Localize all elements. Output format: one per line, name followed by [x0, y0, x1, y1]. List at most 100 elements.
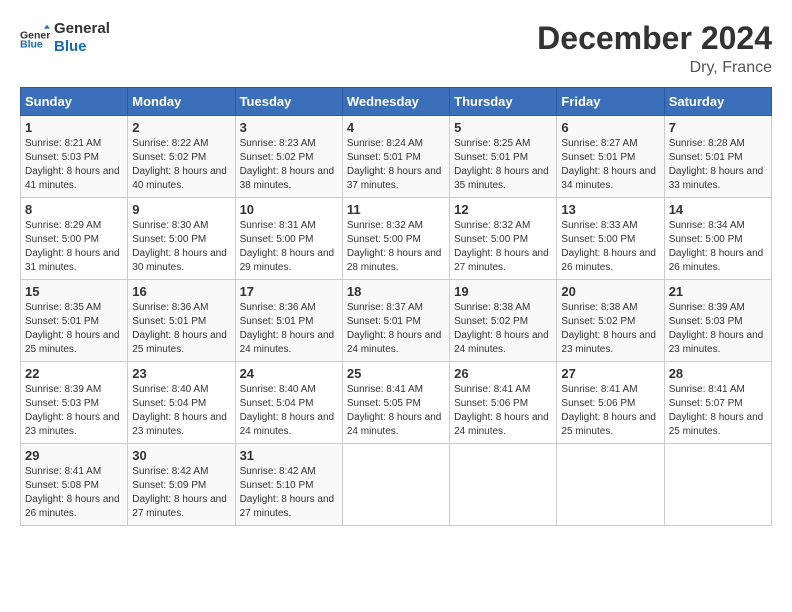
calendar-cell: 21 Sunrise: 8:39 AM Sunset: 5:03 PM Dayl…: [664, 280, 771, 362]
day-number: 6: [561, 120, 659, 135]
day-number: 24: [240, 366, 338, 381]
day-info: Sunrise: 8:25 AM Sunset: 5:01 PM Dayligh…: [454, 137, 552, 193]
day-number: 31: [240, 448, 338, 463]
calendar-cell: 6 Sunrise: 8:27 AM Sunset: 5:01 PM Dayli…: [557, 116, 664, 198]
calendar-cell: [342, 444, 449, 526]
calendar-cell: [557, 444, 664, 526]
calendar-cell: 24 Sunrise: 8:40 AM Sunset: 5:04 PM Dayl…: [235, 362, 342, 444]
day-number: 4: [347, 120, 445, 135]
calendar-cell: 26 Sunrise: 8:41 AM Sunset: 5:06 PM Dayl…: [450, 362, 557, 444]
day-info: Sunrise: 8:30 AM Sunset: 5:00 PM Dayligh…: [132, 219, 230, 275]
day-info: Sunrise: 8:31 AM Sunset: 5:00 PM Dayligh…: [240, 219, 338, 275]
header-monday: Monday: [128, 88, 235, 116]
day-info: Sunrise: 8:41 AM Sunset: 5:08 PM Dayligh…: [25, 465, 123, 521]
calendar-cell: 5 Sunrise: 8:25 AM Sunset: 5:01 PM Dayli…: [450, 116, 557, 198]
day-number: 5: [454, 120, 552, 135]
day-number: 2: [132, 120, 230, 135]
page-subtitle: Dry, France: [537, 59, 772, 77]
calendar-cell: 15 Sunrise: 8:35 AM Sunset: 5:01 PM Dayl…: [21, 280, 128, 362]
calendar-cell: 11 Sunrise: 8:32 AM Sunset: 5:00 PM Dayl…: [342, 198, 449, 280]
day-number: 28: [669, 366, 767, 381]
day-number: 19: [454, 284, 552, 299]
calendar-cell: 2 Sunrise: 8:22 AM Sunset: 5:02 PM Dayli…: [128, 116, 235, 198]
calendar-cell: 19 Sunrise: 8:38 AM Sunset: 5:02 PM Dayl…: [450, 280, 557, 362]
title-block: December 2024 Dry, France: [537, 20, 772, 77]
calendar-cell: 27 Sunrise: 8:41 AM Sunset: 5:06 PM Dayl…: [557, 362, 664, 444]
day-number: 1: [25, 120, 123, 135]
day-number: 17: [240, 284, 338, 299]
calendar-cell: 9 Sunrise: 8:30 AM Sunset: 5:00 PM Dayli…: [128, 198, 235, 280]
calendar-cell: 18 Sunrise: 8:37 AM Sunset: 5:01 PM Dayl…: [342, 280, 449, 362]
calendar-cell: 7 Sunrise: 8:28 AM Sunset: 5:01 PM Dayli…: [664, 116, 771, 198]
calendar-week-row: 29 Sunrise: 8:41 AM Sunset: 5:08 PM Dayl…: [21, 444, 772, 526]
day-number: 10: [240, 202, 338, 217]
day-number: 13: [561, 202, 659, 217]
day-info: Sunrise: 8:40 AM Sunset: 5:04 PM Dayligh…: [240, 383, 338, 439]
day-info: Sunrise: 8:33 AM Sunset: 5:00 PM Dayligh…: [561, 219, 659, 275]
day-number: 3: [240, 120, 338, 135]
day-number: 26: [454, 366, 552, 381]
calendar-cell: 14 Sunrise: 8:34 AM Sunset: 5:00 PM Dayl…: [664, 198, 771, 280]
calendar-cell: 13 Sunrise: 8:33 AM Sunset: 5:00 PM Dayl…: [557, 198, 664, 280]
day-number: 30: [132, 448, 230, 463]
day-number: 14: [669, 202, 767, 217]
header-saturday: Saturday: [664, 88, 771, 116]
logo: General Blue General Blue: [20, 20, 110, 56]
header-thursday: Thursday: [450, 88, 557, 116]
calendar-cell: 4 Sunrise: 8:24 AM Sunset: 5:01 PM Dayli…: [342, 116, 449, 198]
calendar-table: Sunday Monday Tuesday Wednesday Thursday…: [20, 87, 772, 526]
header-sunday: Sunday: [21, 88, 128, 116]
day-info: Sunrise: 8:37 AM Sunset: 5:01 PM Dayligh…: [347, 301, 445, 357]
calendar-cell: 23 Sunrise: 8:40 AM Sunset: 5:04 PM Dayl…: [128, 362, 235, 444]
day-info: Sunrise: 8:41 AM Sunset: 5:07 PM Dayligh…: [669, 383, 767, 439]
day-number: 27: [561, 366, 659, 381]
day-info: Sunrise: 8:29 AM Sunset: 5:00 PM Dayligh…: [25, 219, 123, 275]
calendar-week-row: 22 Sunrise: 8:39 AM Sunset: 5:03 PM Dayl…: [21, 362, 772, 444]
calendar-week-row: 15 Sunrise: 8:35 AM Sunset: 5:01 PM Dayl…: [21, 280, 772, 362]
day-info: Sunrise: 8:24 AM Sunset: 5:01 PM Dayligh…: [347, 137, 445, 193]
day-info: Sunrise: 8:42 AM Sunset: 5:09 PM Dayligh…: [132, 465, 230, 521]
day-info: Sunrise: 8:42 AM Sunset: 5:10 PM Dayligh…: [240, 465, 338, 521]
calendar-cell: 12 Sunrise: 8:32 AM Sunset: 5:00 PM Dayl…: [450, 198, 557, 280]
calendar-week-row: 1 Sunrise: 8:21 AM Sunset: 5:03 PM Dayli…: [21, 116, 772, 198]
calendar-cell: 25 Sunrise: 8:41 AM Sunset: 5:05 PM Dayl…: [342, 362, 449, 444]
day-info: Sunrise: 8:40 AM Sunset: 5:04 PM Dayligh…: [132, 383, 230, 439]
day-info: Sunrise: 8:36 AM Sunset: 5:01 PM Dayligh…: [240, 301, 338, 357]
day-number: 22: [25, 366, 123, 381]
calendar-cell: 30 Sunrise: 8:42 AM Sunset: 5:09 PM Dayl…: [128, 444, 235, 526]
logo-line2: Blue: [54, 38, 110, 56]
calendar-week-row: 8 Sunrise: 8:29 AM Sunset: 5:00 PM Dayli…: [21, 198, 772, 280]
day-info: Sunrise: 8:34 AM Sunset: 5:00 PM Dayligh…: [669, 219, 767, 275]
day-info: Sunrise: 8:21 AM Sunset: 5:03 PM Dayligh…: [25, 137, 123, 193]
calendar-cell: 31 Sunrise: 8:42 AM Sunset: 5:10 PM Dayl…: [235, 444, 342, 526]
header-wednesday: Wednesday: [342, 88, 449, 116]
day-number: 21: [669, 284, 767, 299]
day-info: Sunrise: 8:23 AM Sunset: 5:02 PM Dayligh…: [240, 137, 338, 193]
calendar-cell: 17 Sunrise: 8:36 AM Sunset: 5:01 PM Dayl…: [235, 280, 342, 362]
day-info: Sunrise: 8:28 AM Sunset: 5:01 PM Dayligh…: [669, 137, 767, 193]
page-title: December 2024: [537, 20, 772, 57]
calendar-cell: 28 Sunrise: 8:41 AM Sunset: 5:07 PM Dayl…: [664, 362, 771, 444]
day-info: Sunrise: 8:32 AM Sunset: 5:00 PM Dayligh…: [347, 219, 445, 275]
logo-icon: General Blue: [20, 23, 50, 53]
header-friday: Friday: [557, 88, 664, 116]
day-number: 12: [454, 202, 552, 217]
day-info: Sunrise: 8:41 AM Sunset: 5:06 PM Dayligh…: [561, 383, 659, 439]
day-info: Sunrise: 8:38 AM Sunset: 5:02 PM Dayligh…: [454, 301, 552, 357]
calendar-cell: 29 Sunrise: 8:41 AM Sunset: 5:08 PM Dayl…: [21, 444, 128, 526]
day-number: 20: [561, 284, 659, 299]
day-info: Sunrise: 8:41 AM Sunset: 5:06 PM Dayligh…: [454, 383, 552, 439]
logo-line1: General: [54, 20, 110, 38]
calendar-body: 1 Sunrise: 8:21 AM Sunset: 5:03 PM Dayli…: [21, 116, 772, 526]
day-info: Sunrise: 8:22 AM Sunset: 5:02 PM Dayligh…: [132, 137, 230, 193]
day-number: 23: [132, 366, 230, 381]
calendar-cell: 10 Sunrise: 8:31 AM Sunset: 5:00 PM Dayl…: [235, 198, 342, 280]
day-info: Sunrise: 8:41 AM Sunset: 5:05 PM Dayligh…: [347, 383, 445, 439]
day-number: 16: [132, 284, 230, 299]
day-info: Sunrise: 8:36 AM Sunset: 5:01 PM Dayligh…: [132, 301, 230, 357]
day-number: 25: [347, 366, 445, 381]
day-number: 8: [25, 202, 123, 217]
day-number: 11: [347, 202, 445, 217]
calendar-cell: 8 Sunrise: 8:29 AM Sunset: 5:00 PM Dayli…: [21, 198, 128, 280]
day-info: Sunrise: 8:38 AM Sunset: 5:02 PM Dayligh…: [561, 301, 659, 357]
